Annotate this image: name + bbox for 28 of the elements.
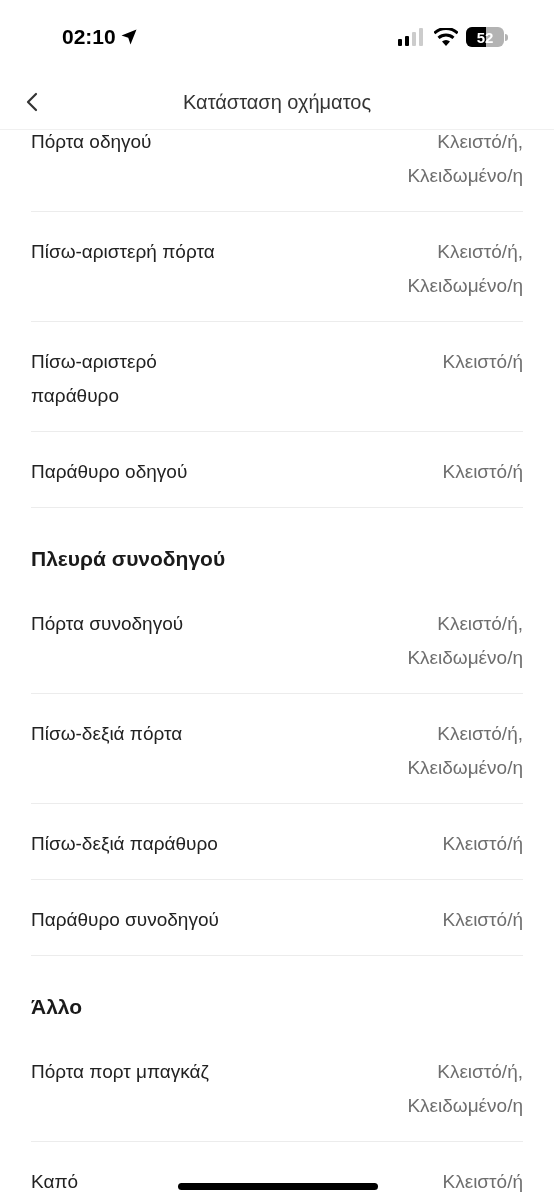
status-value: Κλειστό/ή, Κλειδωμένο/η [406, 130, 523, 188]
status-label: Πόρτα πορτ μπαγκάζ [31, 1060, 209, 1084]
back-icon [26, 91, 38, 112]
status-value: Κλειστό/ή, Κλειδωμένο/η [406, 240, 523, 298]
status-label: Πίσω-αριστερή πόρτα [31, 240, 215, 264]
status-value: Κλειστό/ή, Κλειδωμένο/η [406, 1060, 523, 1118]
status-value: Κλειστό/ή [442, 1170, 523, 1194]
signal-icon [398, 28, 426, 46]
status-label: Πόρτα συνοδηγού [31, 612, 184, 636]
status-time: 02:10 [62, 24, 116, 51]
section-heading: Πλευρά συνοδηγού [31, 547, 226, 570]
status-label: Πίσω-δεξιά παράθυρο [31, 832, 218, 856]
status-label: Πίσω-αριστερό παράθυρο [31, 350, 158, 408]
section-heading: Άλλο [31, 995, 83, 1018]
page-title: Κατάσταση οχήματος [182, 89, 372, 115]
status-label: Πόρτα οδηγού [31, 130, 152, 154]
status-value: Κλειστό/ή, Κλειδωμένο/η [406, 612, 523, 670]
location-arrow-icon [119, 28, 138, 46]
status-value: Κλειστό/ή [442, 460, 523, 484]
wifi-icon [434, 28, 458, 46]
status-value: Κλειστό/ή [442, 908, 523, 932]
status-value: Κλειστό/ή, Κλειδωμένο/η [406, 722, 523, 780]
status-label: Παράθυρο οδηγού [31, 460, 188, 484]
status-label: Παράθυρο συνοδηγού [31, 908, 219, 932]
status-value: Κλειστό/ή [442, 350, 523, 374]
status-label: Πίσω-δεξιά πόρτα [31, 722, 183, 746]
status-label: Καπό [31, 1170, 79, 1194]
status-value: Κλειστό/ή [442, 832, 523, 856]
